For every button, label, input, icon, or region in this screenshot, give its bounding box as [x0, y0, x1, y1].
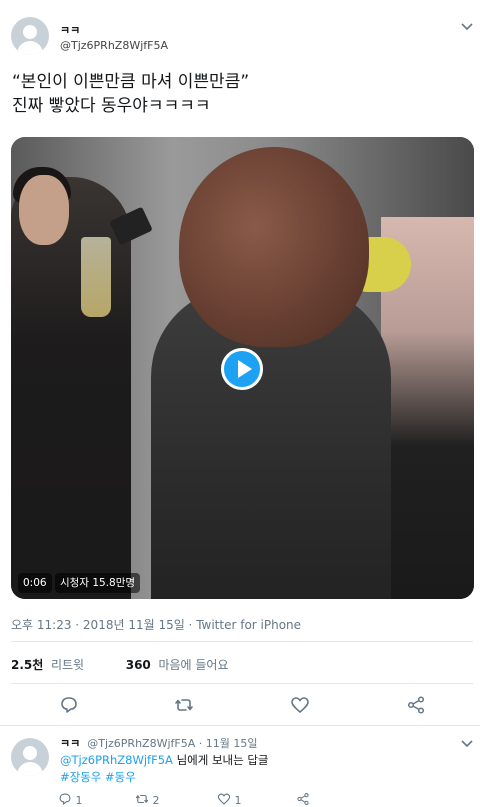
retweet-icon [135, 794, 149, 804]
divider [11, 641, 473, 642]
user-handle[interactable]: @Tjz6PRhZ8WjfF5A [60, 39, 168, 52]
reply-to-suffix: 님에게 보내는 답글 [176, 753, 269, 767]
like-count: 360 [125, 658, 151, 672]
avatar-head [23, 25, 37, 39]
reply-avatar-head [23, 746, 37, 760]
video-wine-glass [81, 237, 111, 317]
video-figure-left-face [19, 175, 69, 245]
reply-icon [59, 793, 71, 806]
reply-like-action[interactable]: 1 [217, 792, 242, 807]
divider [0, 725, 480, 726]
reply-retweet-count: 2 [152, 794, 160, 807]
retweet-icon[interactable] [174, 695, 194, 715]
video-views: 시청자 15.8만명 [55, 573, 141, 593]
reply-icon[interactable] [59, 695, 79, 715]
video-player[interactable]: 0:06 시청자 15.8만명 [11, 137, 474, 599]
tweet-text: “본인이 이쁜만큼 마셔 이쁜만큼” 진짜 빻았다 동우야ㅋㅋㅋㅋ [12, 70, 472, 118]
reply-avatar-body [17, 762, 43, 776]
reply-retweet-action[interactable]: 2 [135, 792, 160, 807]
retweet-stat[interactable]: 2.5천 리트윗 [11, 658, 88, 672]
like-label: 마음에 들어요 [158, 658, 229, 672]
reply-to-handle[interactable]: @Tjz6PRhZ8WjfF5A [60, 753, 173, 767]
video-figure-center-hair [179, 147, 369, 347]
reply-context: @Tjz6PRhZ8WjfF5A 님에게 보내는 답글 [60, 752, 269, 768]
chevron-down-icon[interactable] [461, 739, 473, 749]
reply-reply-count: 1 [75, 794, 83, 807]
divider [11, 683, 473, 684]
retweet-label: 리트윗 [50, 658, 85, 672]
reply-share-action[interactable] [296, 792, 310, 807]
tweet-text-line2: 진짜 빻았다 동우야ㅋㅋㅋㅋ [12, 96, 211, 116]
retweet-count: 2.5천 [11, 658, 44, 672]
reply-reply-action[interactable]: 1 [58, 792, 83, 807]
like-stat[interactable]: 360 마음에 들어요 [126, 658, 229, 672]
tweet-meta: 오후 11:23 · 2018년 11월 15일 · Twitter for i… [11, 618, 302, 632]
share-icon [297, 793, 309, 805]
reply-header: ㅋㅋ @Tjz6PRhZ8WjfF5A · 11월 15일 [60, 735, 257, 751]
like-icon [217, 793, 231, 805]
reply-handle-time[interactable]: @Tjz6PRhZ8WjfF5A · 11월 15일 [87, 737, 257, 750]
like-icon[interactable] [290, 695, 310, 715]
reply-hashtags[interactable]: #장동우 #동우 [60, 769, 136, 785]
avatar-body [17, 41, 43, 55]
chevron-down-icon[interactable] [461, 22, 473, 32]
video-duration: 0:06 [18, 573, 52, 593]
reply-display-name[interactable]: ㅋㅋ [60, 737, 80, 750]
avatar[interactable] [11, 17, 49, 55]
share-icon[interactable] [406, 695, 426, 715]
reply-like-count: 1 [234, 794, 242, 807]
tweet-stats: 2.5천 리트윗 360 마음에 들어요 [11, 656, 229, 673]
tweet-text-line1: “본인이 이쁜만큼 마셔 이쁜만큼” [12, 72, 250, 92]
display-name[interactable]: ㅋㅋ [60, 22, 80, 38]
reply-avatar[interactable] [11, 738, 49, 776]
tweet-header: ㅋㅋ @Tjz6PRhZ8WjfF5A [0, 0, 480, 64]
play-icon[interactable] [221, 348, 263, 390]
